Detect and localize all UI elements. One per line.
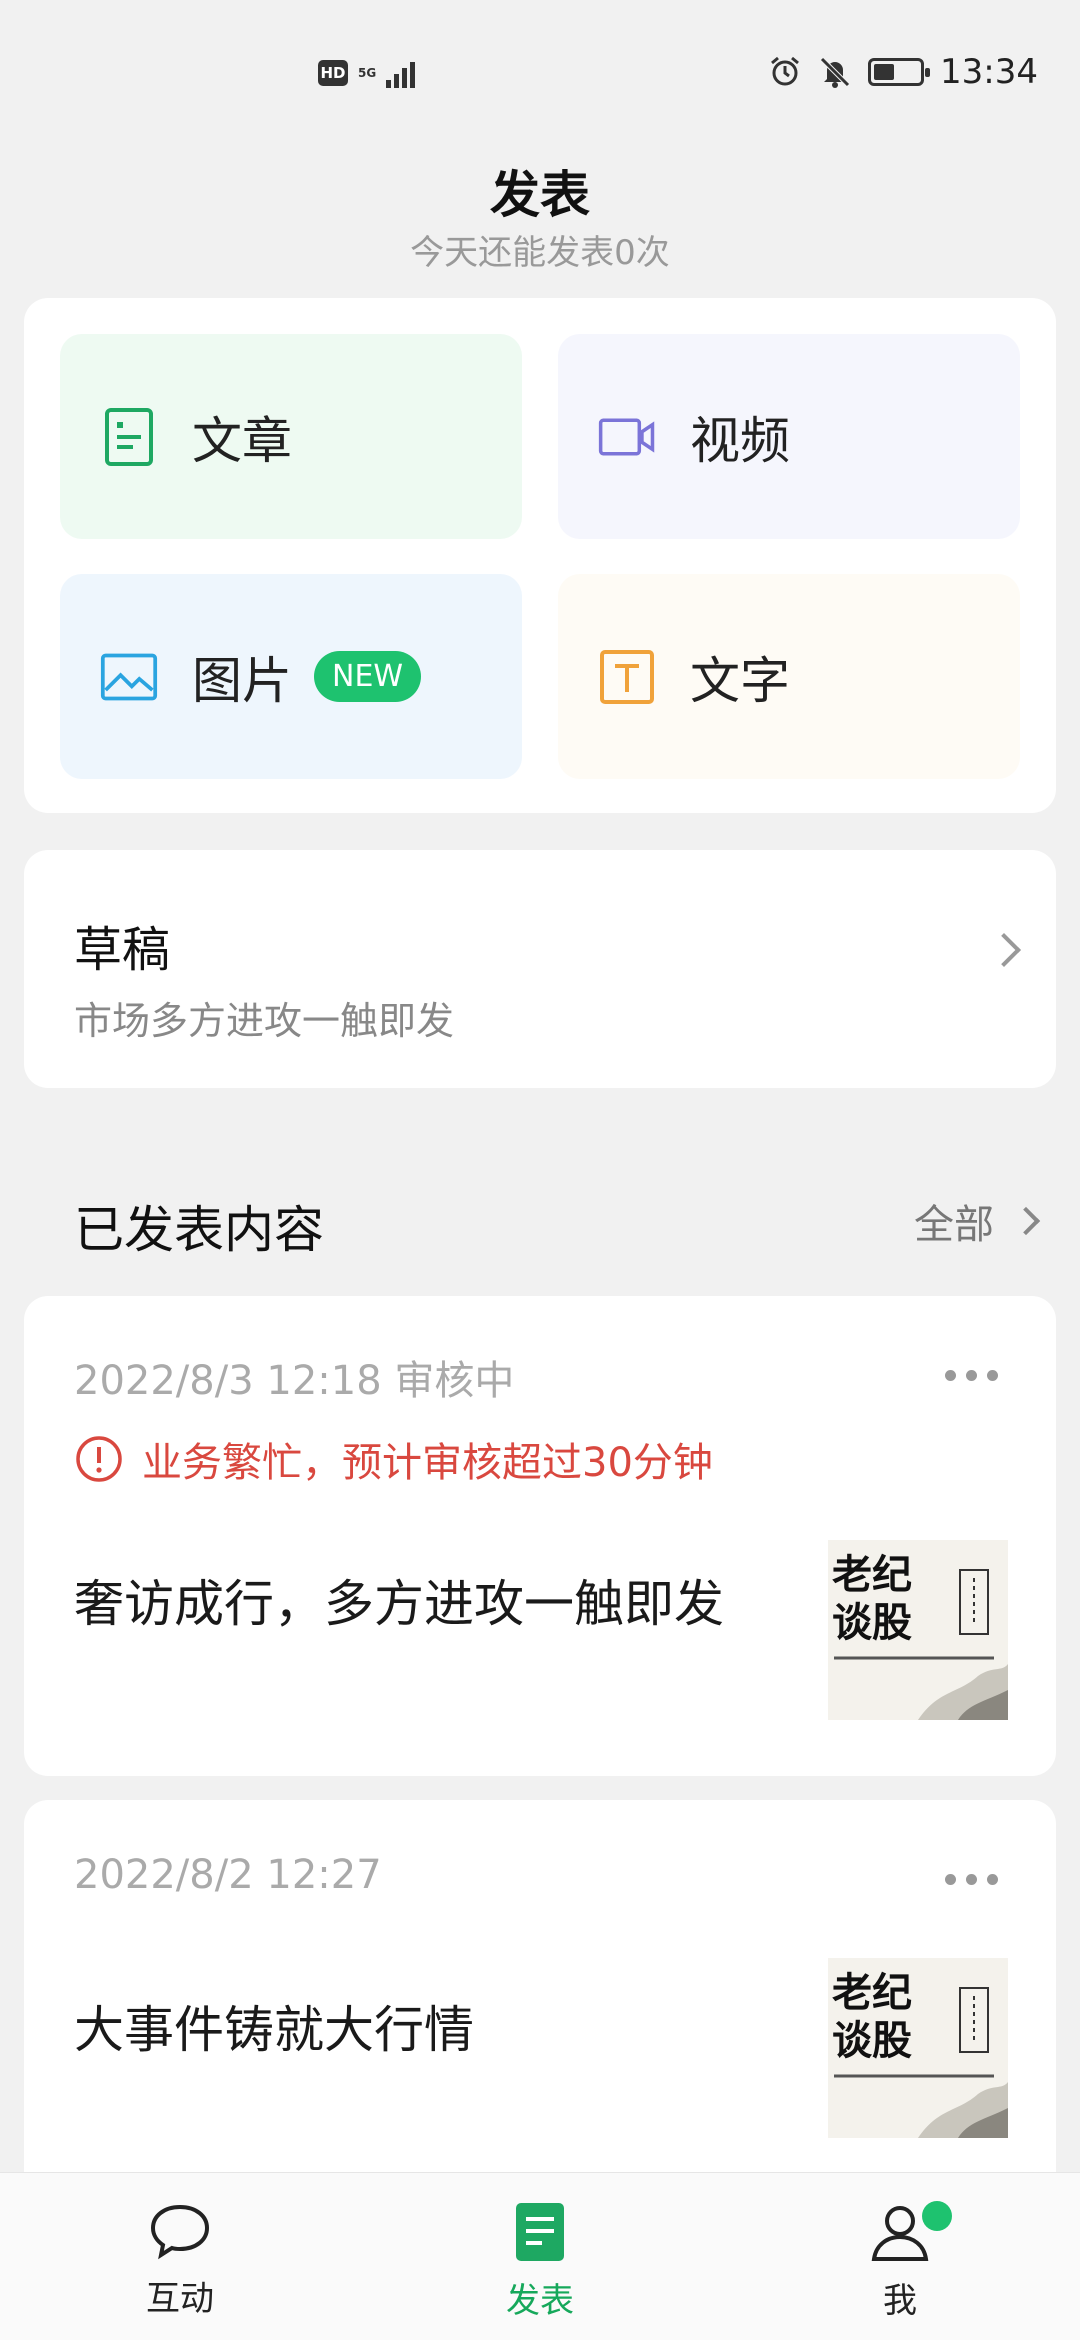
post-type-label: 文字 <box>690 651 790 710</box>
publish-doc-icon <box>516 2203 564 2261</box>
post-thumbnail: 老纪 谈股 <box>828 1540 1008 1720</box>
tab-me[interactable]: 我 <box>820 2201 980 2322</box>
tab-label: 发表 <box>506 2281 574 2321</box>
post-type-card: 文章 视频 图片 NEW 文字 <box>24 298 1056 813</box>
warning-icon <box>76 1436 122 1482</box>
status-right: 13:34 <box>768 52 1038 92</box>
image-icon <box>100 648 158 706</box>
draft-card[interactable]: 草稿 市场多方进攻一触即发 <box>24 850 1056 1088</box>
review-warning: 业务繁忙，预计审核超过30分钟 <box>74 1430 713 1488</box>
bottom-tab-bar: 互动 发表 我 <box>0 2172 1080 2340</box>
post-title: 奢访成行，多方进攻一触即发 <box>74 1575 724 1633</box>
new-badge: NEW <box>314 651 422 702</box>
alarm-icon <box>771 56 799 86</box>
text-icon <box>598 648 656 706</box>
tab-label: 我 <box>883 2281 917 2321</box>
post-thumbnail: 老纪 谈股 <box>828 1958 1008 2138</box>
notification-dot <box>922 2201 952 2231</box>
post-type-image[interactable]: 图片 NEW <box>60 574 522 779</box>
page-title: 发表 <box>490 166 590 224</box>
mute-bell-icon <box>820 57 850 88</box>
warning-text: 业务繁忙，预计审核超过30分钟 <box>142 1440 713 1486</box>
more-options-icon[interactable] <box>945 1874 998 1885</box>
published-post[interactable]: 2022/8/3 12:18 审核中 业务繁忙，预计审核超过30分钟 奢访成行，… <box>24 1296 1056 1776</box>
view-all-link[interactable]: 全部 <box>914 1192 1041 1250</box>
view-all-label: 全部 <box>914 1202 994 1248</box>
thumb-text-1: 老纪 <box>832 1551 912 1598</box>
chat-bubble-icon <box>150 2204 210 2260</box>
draft-title: 草稿 <box>74 922 171 978</box>
network-type: 5G <box>358 66 377 80</box>
battery-icon <box>868 58 931 86</box>
chevron-right-icon <box>1011 1206 1041 1236</box>
tab-label: 互动 <box>146 2279 214 2319</box>
post-type-label: 文章 <box>192 411 292 470</box>
page-subtitle: 今天还能发表0次 <box>410 233 670 273</box>
thumb-text-1: 老纪 <box>832 1969 912 2016</box>
post-type-article[interactable]: 文章 <box>60 334 522 539</box>
post-type-label: 视频 <box>690 411 790 470</box>
post-meta: 2022/8/3 12:18 审核中 <box>74 1358 515 1404</box>
status-bar: HD 5G 13:34 <box>0 0 1080 150</box>
post-meta: 2022/8/2 12:27 <box>74 1852 382 1898</box>
draft-subtitle: 市场多方进攻一触即发 <box>74 999 455 1043</box>
article-icon <box>100 407 158 466</box>
tab-publish[interactable]: 发表 <box>460 2201 620 2322</box>
signal-icon <box>386 58 416 88</box>
post-type-text[interactable]: 文字 <box>558 574 1020 779</box>
status-left: HD 5G <box>318 58 416 88</box>
more-options-icon[interactable] <box>945 1370 998 1381</box>
post-title: 大事件铸就大行情 <box>74 2001 474 2059</box>
clock: 13:34 <box>940 52 1038 92</box>
thumb-text-2: 谈股 <box>832 1599 912 1646</box>
thumb-text-2: 谈股 <box>832 2017 912 2064</box>
tab-interact[interactable]: 互动 <box>100 2201 260 2320</box>
hd-badge: HD <box>318 60 348 86</box>
published-post[interactable]: 2022/8/2 12:27 大事件铸就大行情 老纪 谈股 <box>24 1800 1056 2220</box>
chevron-right-icon <box>987 933 1021 967</box>
video-icon <box>598 408 656 466</box>
post-type-label: 图片 <box>192 651 292 710</box>
post-type-video[interactable]: 视频 <box>558 334 1020 539</box>
published-section-title: 已发表内容 <box>74 1201 324 1259</box>
